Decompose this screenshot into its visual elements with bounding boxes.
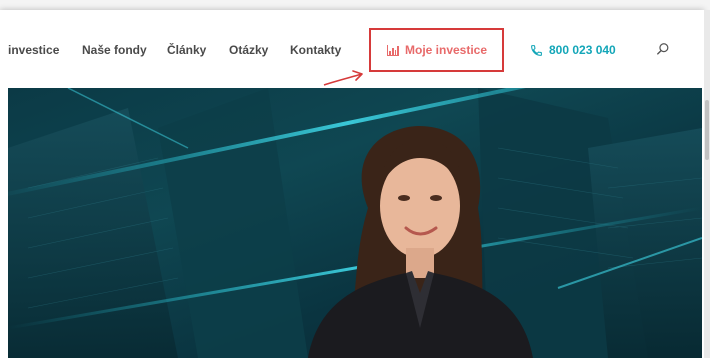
top-navigation: investice Naše fondy Články Otázky Konta… <box>0 10 704 88</box>
phone-number: 800 023 040 <box>549 43 616 57</box>
bar-chart-icon <box>387 44 399 56</box>
browser-viewport: investice Naše fondy Články Otázky Konta… <box>0 10 704 358</box>
moje-investice-link[interactable]: Moje investice <box>387 43 487 57</box>
nav-item-investice[interactable]: investice <box>8 43 59 57</box>
hero-banner <box>8 88 702 358</box>
nav-item-nase-fondy[interactable]: Naše fondy <box>82 43 147 57</box>
scrollbar-thumb[interactable] <box>705 100 709 160</box>
moje-investice-label: Moje investice <box>405 43 488 57</box>
phone-icon <box>531 44 542 56</box>
nav-item-otazky[interactable]: Otázky <box>229 43 268 57</box>
nav-item-kontakty[interactable]: Kontakty <box>290 43 341 57</box>
phone-link[interactable]: 800 023 040 <box>530 43 616 57</box>
nav-item-clanky[interactable]: Články <box>167 43 206 57</box>
hero-image <box>8 88 702 358</box>
red-arrow-annotation <box>323 70 363 86</box>
page-frame: investice Naše fondy Články Otázky Konta… <box>0 0 710 358</box>
search-icon[interactable] <box>656 42 670 56</box>
scrollbar-track[interactable] <box>704 10 710 358</box>
